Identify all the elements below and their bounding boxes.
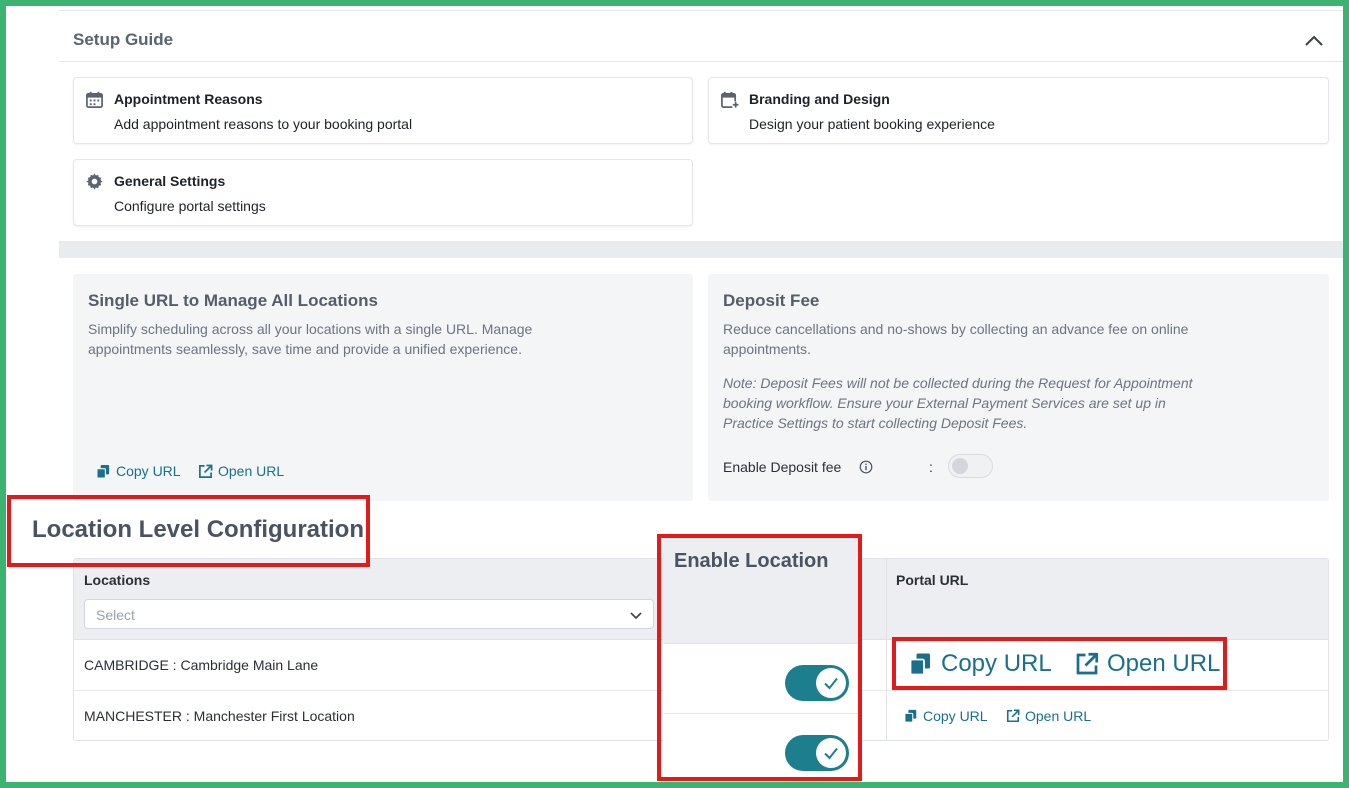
open-url-label: Open URL <box>1025 708 1092 724</box>
card-branding-and-design[interactable]: Branding and Design Design your patient … <box>708 77 1329 144</box>
row-cambridge-open-url-link[interactable]: Open URL <box>1075 650 1220 678</box>
card-title: Appointment Reasons <box>114 91 263 107</box>
enable-location-toggle-cambridge[interactable] <box>785 665 849 701</box>
card-title: Branding and Design <box>749 91 890 107</box>
row-manchester-open-url-link[interactable]: Open URL <box>1006 708 1091 724</box>
desc-line: appointments. <box>723 341 811 357</box>
info-icon[interactable] <box>859 460 873 474</box>
section-divider <box>59 241 1343 258</box>
card-description: Configure portal settings <box>114 198 266 214</box>
column-header-portal-url: Portal URL <box>896 572 969 588</box>
enable-location-column: Enable Location <box>663 537 859 778</box>
calendar-icon <box>86 91 103 108</box>
location-name-cambridge: CAMBRIDGE : Cambridge Main Lane <box>84 657 319 673</box>
toggle-knob <box>816 738 846 768</box>
copy-icon <box>909 653 930 676</box>
toggle-knob <box>952 458 968 474</box>
open-url-label: Open URL <box>1107 650 1221 677</box>
row-divider <box>663 643 859 644</box>
deposit-fee-title: Deposit Fee <box>723 291 820 310</box>
check-icon <box>824 747 838 760</box>
single-url-panel: Single URL to Manage All Locations Simpl… <box>73 274 693 501</box>
enable-deposit-fee-toggle[interactable] <box>948 454 993 478</box>
open-url-link[interactable]: Open URL <box>198 463 284 479</box>
setup-guide-title: Setup Guide <box>73 30 174 49</box>
desc-line: Reduce cancellations and no-shows by col… <box>723 321 1189 337</box>
row-cambridge-portal-links: Copy URL Open URL <box>899 640 1227 688</box>
enable-location-header: Enable Location <box>663 537 859 643</box>
column-divider <box>886 559 887 740</box>
external-link-icon <box>199 464 213 478</box>
copy-icon <box>904 709 917 723</box>
column-header-enable-location: Enable Location <box>674 550 829 572</box>
copy-icon <box>96 464 110 479</box>
row-cambridge-copy-url-link[interactable]: Copy URL <box>909 650 1052 678</box>
main-content: Setup Guide Appointment Reasons Add appo… <box>32 6 1343 782</box>
single-url-title: Single URL to Manage All Locations <box>88 291 378 310</box>
copy-url-label: Copy URL <box>941 650 1052 677</box>
setup-guide-header[interactable]: Setup Guide <box>59 10 1343 62</box>
deposit-fee-note: Note: Deposit Fees will not be collected… <box>723 373 1193 433</box>
note-line: booking workflow. Ensure your External P… <box>723 395 1166 411</box>
open-url-label: Open URL <box>218 463 285 479</box>
desc-line: Simplify scheduling across all your loca… <box>88 321 533 337</box>
card-title: General Settings <box>114 173 226 189</box>
toggle-knob <box>816 668 846 698</box>
location-level-configuration-heading: Location Level Configuration <box>32 516 365 543</box>
external-link-icon <box>1076 652 1099 675</box>
enable-deposit-fee-label: Enable Deposit fee <box>723 459 842 475</box>
desc-line: appointments seamlessly, save time and p… <box>88 341 522 357</box>
enable-location-toggle-manchester[interactable] <box>785 735 849 771</box>
deposit-fee-description: Reduce cancellations and no-shows by col… <box>723 319 1188 359</box>
card-general-settings[interactable]: General Settings Configure portal settin… <box>73 159 693 226</box>
row-manchester-copy-url-link[interactable]: Copy URL <box>904 708 988 724</box>
calendar-plus-icon <box>721 91 739 109</box>
chevron-down-icon <box>630 612 642 620</box>
column-header-locations: Locations <box>84 572 151 588</box>
gear-icon <box>86 173 103 190</box>
copy-url-label: Copy URL <box>923 708 988 724</box>
select-placeholder: Select <box>96 607 135 623</box>
card-description: Add appointment reasons to your booking … <box>114 116 413 132</box>
row-divider <box>663 713 859 714</box>
note-line: Note: Deposit Fees will not be collected… <box>723 375 1193 391</box>
colon-separator: : <box>929 459 933 475</box>
location-name-manchester: MANCHESTER : Manchester First Location <box>84 708 355 724</box>
check-icon <box>824 677 838 690</box>
note-line: Practice Settings to start collecting De… <box>723 415 1028 431</box>
deposit-fee-panel: Deposit Fee Reduce cancellations and no-… <box>708 274 1329 501</box>
card-description: Design your patient booking experience <box>749 116 995 132</box>
locations-select[interactable]: Select <box>84 599 654 629</box>
copy-url-label: Copy URL <box>116 463 181 479</box>
chevron-up-icon[interactable] <box>1302 29 1326 53</box>
card-appointment-reasons[interactable]: Appointment Reasons Add appointment reas… <box>73 77 693 144</box>
external-link-icon <box>1006 709 1020 723</box>
copy-url-link[interactable]: Copy URL <box>96 463 181 479</box>
app-frame: Setup Guide Appointment Reasons Add appo… <box>6 6 1343 782</box>
single-url-description: Simplify scheduling across all your loca… <box>88 319 532 359</box>
